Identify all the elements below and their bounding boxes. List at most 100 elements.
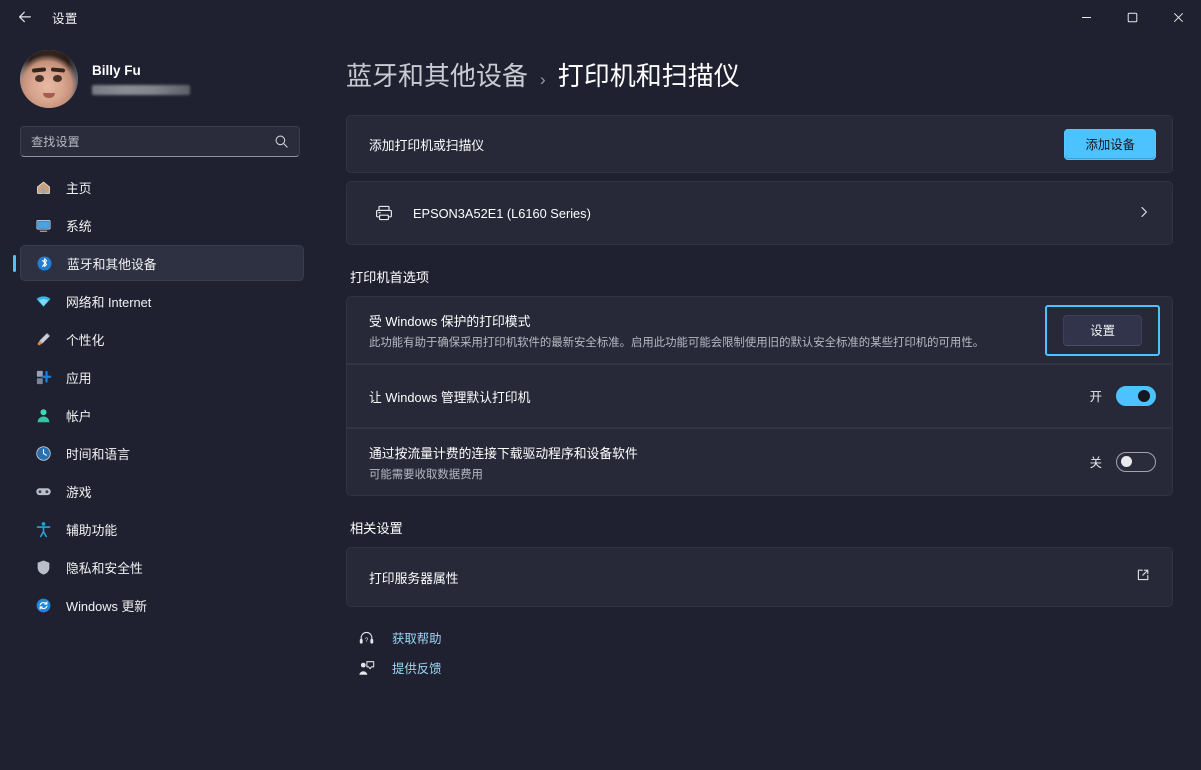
manage-default-printer-card: 让 Windows 管理默认打印机 开 [346, 363, 1173, 427]
sidebar-item-accounts[interactable]: 帐户 [20, 397, 304, 433]
metered-download-row: 通过按流量计费的连接下载驱动程序和设备软件 可能需要收取数据费用 关 [347, 429, 1172, 495]
minimize-button[interactable] [1063, 0, 1109, 34]
account-name: Billy Fu [92, 63, 141, 78]
related-settings-title: 相关设置 [350, 521, 403, 536]
toggle-state-label: 开 [1089, 390, 1102, 404]
sidebar-item-privacy-and-security[interactable]: 隐私和安全性 [20, 549, 304, 585]
external-link-icon[interactable] [1136, 568, 1156, 586]
sidebar-item-home[interactable]: 主页 [20, 169, 304, 205]
metered-download-text: 通过按流量计费的连接下载驱动程序和设备软件 可能需要收取数据费用 [369, 443, 1088, 482]
back-button[interactable] [8, 2, 42, 32]
search-box[interactable] [20, 126, 300, 157]
update-icon [34, 596, 52, 614]
help-icon: ? [356, 630, 376, 647]
manage-default-printer-actions: 开 [1088, 386, 1156, 406]
breadcrumb: 蓝牙和其他设备 › 打印机和扫描仪 [328, 34, 1173, 115]
footer-link-label: 提供反馈 [392, 662, 442, 676]
shield-icon [34, 558, 52, 576]
sidebar-item-accessibility[interactable]: 辅助功能 [20, 511, 304, 547]
window-body: Billy Fu 查找设置 主页 系统 蓝牙和其他设备 网络和 Internet… [0, 34, 1201, 770]
sidebar-item-network-and-internet[interactable]: 网络和 Internet [20, 283, 304, 319]
avatar [20, 50, 78, 108]
accessibility-icon [34, 520, 52, 538]
breadcrumb-parent-link[interactable]: 蓝牙和其他设备 [346, 56, 528, 93]
account-email-blurred [92, 85, 190, 95]
sidebar-item-label: 网络和 Internet [66, 294, 152, 310]
manage-default-printer-title: 让 Windows 管理默认打印机 [369, 389, 531, 405]
sidebar-item-personalization[interactable]: 个性化 [20, 321, 304, 357]
settings-list: 添加打印机或扫描仪 添加设备 EPSON3A52E1 (L6160 Series… [328, 115, 1173, 677]
window-title: 设置 [52, 11, 78, 26]
maximize-button[interactable] [1109, 0, 1155, 34]
metered-download-subtitle: 可能需要收取数据费用 [369, 468, 483, 481]
footer-links: ? 获取帮助 提供反馈 [356, 629, 1173, 677]
add-printer-card: 添加打印机或扫描仪 添加设备 [346, 115, 1173, 173]
metered-download-toggle[interactable] [1116, 452, 1156, 472]
manage-default-printer-toggle[interactable] [1116, 386, 1156, 406]
sidebar-item-label: Windows 更新 [66, 598, 148, 614]
toggle-state-label: 关 [1089, 456, 1102, 470]
close-button[interactable] [1155, 0, 1201, 34]
add-printer-text: 添加打印机或扫描仪 [369, 135, 1064, 154]
sidebar: Billy Fu 查找设置 主页 系统 蓝牙和其他设备 网络和 Internet… [0, 34, 320, 770]
sidebar-item-gaming[interactable]: 游戏 [20, 473, 304, 509]
add-device-button[interactable]: 添加设备 [1064, 128, 1156, 160]
search-icon[interactable] [274, 134, 299, 149]
printer-preferences-title: 打印机首选项 [350, 270, 430, 285]
protected-print-subtitle: 此功能有助于确保采用打印机软件的最新安全标准。启用此功能可能会限制使用旧的默认安… [369, 336, 985, 349]
avatar-photo [20, 50, 78, 108]
home-icon [34, 178, 52, 196]
account-icon [34, 406, 52, 424]
title-bar-drag-area [78, 0, 1063, 34]
sidebar-nav: 主页 系统 蓝牙和其他设备 网络和 Internet 个性化 应用 帐户 时间和… [12, 169, 304, 623]
title-bar: 设置 [0, 0, 1201, 34]
give-feedback-link[interactable]: 提供反馈 [356, 659, 1173, 677]
add-printer-title: 添加打印机或扫描仪 [369, 137, 485, 153]
clock-icon [34, 444, 52, 462]
printer-device-card[interactable]: EPSON3A52E1 (L6160 Series) [346, 181, 1173, 245]
sidebar-item-time-and-language[interactable]: 时间和语言 [20, 435, 304, 471]
bluetooth-icon [35, 254, 53, 272]
print-server-properties-actions [1136, 568, 1156, 586]
metered-download-title: 通过按流量计费的连接下载驱动程序和设备软件 [369, 445, 638, 461]
maximize-icon [1127, 12, 1137, 22]
search-input[interactable] [21, 134, 274, 149]
feedback-icon [356, 660, 376, 677]
get-help-link[interactable]: ? 获取帮助 [356, 629, 1173, 647]
sidebar-item-system[interactable]: 系统 [20, 207, 304, 243]
toggle-knob [1121, 456, 1132, 467]
chevron-right-icon: › [540, 70, 546, 89]
minimize-icon [1081, 16, 1091, 18]
printer-device-actions [1138, 205, 1156, 222]
metered-download-card: 通过按流量计费的连接下载驱动程序和设备软件 可能需要收取数据费用 关 [346, 427, 1173, 496]
printer-icon [369, 203, 399, 223]
sidebar-item-label: 隐私和安全性 [66, 560, 143, 576]
protected-print-actions: 设置 [1045, 304, 1160, 356]
protected-print-card: 受 Windows 保护的打印模式 此功能有助于确保采用打印机软件的最新安全标准… [346, 296, 1173, 363]
sidebar-item-windows-update[interactable]: Windows 更新 [20, 587, 304, 623]
footer-link-label: 获取帮助 [392, 632, 442, 646]
print-server-properties-title: 打印服务器属性 [369, 570, 459, 586]
main-content: 蓝牙和其他设备 › 打印机和扫描仪 添加打印机或扫描仪 添加设备 EPSON3A… [320, 34, 1201, 770]
print-server-properties-row[interactable]: 打印服务器属性 [347, 548, 1172, 606]
sidebar-item-label: 主页 [66, 180, 92, 196]
sidebar-item-label: 蓝牙和其他设备 [67, 256, 157, 272]
printer-device-row[interactable]: EPSON3A52E1 (L6160 Series) [347, 182, 1172, 244]
protected-print-row: 受 Windows 保护的打印模式 此功能有助于确保采用打印机软件的最新安全标准… [347, 297, 1172, 363]
sidebar-item-label: 个性化 [66, 332, 105, 348]
protected-print-title: 受 Windows 保护的打印模式 [369, 313, 531, 329]
personalization-brush-icon [34, 330, 52, 348]
avatar-detail [35, 75, 44, 82]
apps-icon [34, 368, 52, 386]
print-server-properties-card[interactable]: 打印服务器属性 [346, 547, 1173, 607]
page-title: 打印机和扫描仪 [557, 61, 740, 91]
chevron-right-icon[interactable] [1138, 205, 1156, 222]
sidebar-item-apps[interactable]: 应用 [20, 359, 304, 395]
account-block[interactable]: Billy Fu [12, 34, 304, 122]
sidebar-item-bluetooth-and-devices[interactable]: 蓝牙和其他设备 [13, 245, 304, 281]
metered-download-actions: 关 [1088, 452, 1156, 472]
window-controls [1063, 0, 1201, 34]
manage-default-printer-row: 让 Windows 管理默认打印机 开 [347, 365, 1172, 427]
protected-print-settings-button[interactable]: 设置 [1063, 314, 1142, 346]
printer-device-text: EPSON3A52E1 (L6160 Series) [413, 206, 1138, 221]
